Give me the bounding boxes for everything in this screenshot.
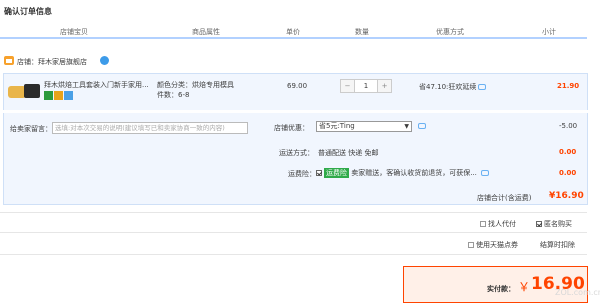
product-attributes: 颜色分类：烘焙专用模具 件数：6-8 [157, 80, 234, 100]
quantity-stepper: − 1 + [340, 79, 392, 93]
product-thumbnail[interactable] [8, 82, 40, 104]
insurance-option: 运费险 卖家赠送，客确认收货前退货，可获保... [316, 168, 490, 178]
seller-message-input[interactable]: 选填:对本次交易的说明(建议填写已和卖家协商一致的内容) [52, 122, 248, 134]
insurance-checkbox[interactable] [316, 170, 322, 176]
shipping-fee: 0.00 [559, 148, 577, 156]
tmall-points-option: 使用天猫点券 [468, 240, 518, 250]
proxy-pay-checkbox[interactable] [480, 221, 486, 227]
payment-label: 实付款： [487, 285, 515, 293]
points-deduction: 结算时扣除 [540, 241, 575, 249]
seven-day-return-icon [44, 91, 53, 100]
proxy-pay-label: 找人代付 [488, 220, 516, 228]
insurance-badge: 运费险 [324, 168, 349, 178]
tmall-points-checkbox[interactable] [468, 242, 474, 248]
proxy-pay-option: 找人代付 [480, 219, 516, 229]
insurance-fee: 0.00 [559, 169, 577, 177]
shop-discount-amount: -5.00 [559, 122, 578, 130]
service-icons [44, 91, 74, 102]
promotion-chat-icon[interactable] [478, 84, 487, 90]
shop-name[interactable]: 店铺：拜木家居旗舰店 [17, 57, 87, 67]
promotion: 省47.10:狂欢延续 [419, 82, 487, 92]
attr-color: 颜色分类：烘焙专用模具 [157, 81, 234, 89]
shop-total-value: ¥16.90 [549, 191, 584, 201]
watermark: ZOL.com.cn [555, 288, 600, 297]
service-badge-icon [64, 91, 73, 100]
insurance-text: 卖家赠送，客确认收货前退货，可获保... [351, 169, 477, 177]
anonymous-option: 匿名购买 [536, 219, 572, 229]
anonymous-checkbox[interactable] [536, 221, 542, 227]
promotion-text: 省47.10:狂欢延续 [419, 83, 477, 91]
header-quantity: 数量 [355, 28, 369, 36]
insurance-label: 运费险： [288, 170, 316, 178]
message-label: 给卖家留言： [10, 125, 52, 133]
quantity-minus-button[interactable]: − [341, 80, 355, 92]
quantity-input[interactable]: 1 [355, 80, 377, 92]
shipping-method: 普通配送 快递 免邮 [318, 149, 379, 157]
shop-discount-select[interactable]: 省5元:Ting ▼ [316, 121, 412, 132]
quantity-plus-button[interactable]: + [377, 80, 391, 92]
chevron-down-icon: ▼ [404, 123, 409, 130]
header-attributes: 商品属性 [192, 28, 220, 36]
header-price: 单价 [286, 28, 300, 36]
shop-discount-label: 店铺优惠： [274, 124, 309, 132]
product-name[interactable]: 拜木烘焙工具套装入门新手家用... [44, 80, 152, 90]
shop-total-label: 店铺合计(含运费) [477, 194, 532, 202]
insurance-chat-icon[interactable] [481, 170, 490, 176]
order-item-row: 拜木烘焙工具套装入门新手家用... 颜色分类：烘焙专用模具 件数：6-8 69.… [3, 73, 588, 110]
unit-price: 69.00 [287, 82, 308, 90]
shop-discount-value: 省5元:Ting [319, 122, 355, 130]
header-promotion: 优惠方式 [436, 28, 464, 36]
tmall-points-label: 使用天猫点券 [476, 241, 518, 249]
discount-chat-icon[interactable] [418, 123, 426, 129]
guarantee-icon [54, 91, 63, 100]
header-subtotal: 小计 [542, 28, 556, 36]
attr-count: 件数：6-8 [157, 91, 190, 99]
page-title: 确认订单信息 [4, 7, 52, 16]
payment-currency: ￥ [518, 280, 531, 294]
shipping-label: 运送方式： [279, 149, 314, 157]
order-options-panel: 给卖家留言： 选填:对本次交易的说明(建议填写已和卖家协商一致的内容) 店铺优惠… [3, 113, 588, 205]
anonymous-label: 匿名购买 [544, 220, 572, 228]
payment-summary: 实付款： ￥ 16.90 [403, 266, 588, 303]
shop-chat-icon[interactable] [100, 56, 109, 65]
item-subtotal: 21.90 [557, 82, 580, 90]
shop-icon [4, 56, 14, 65]
header-shop-item: 店铺宝贝 [60, 28, 88, 36]
table-header: 店铺宝贝 商品属性 单价 数量 优惠方式 小计 [0, 24, 587, 39]
